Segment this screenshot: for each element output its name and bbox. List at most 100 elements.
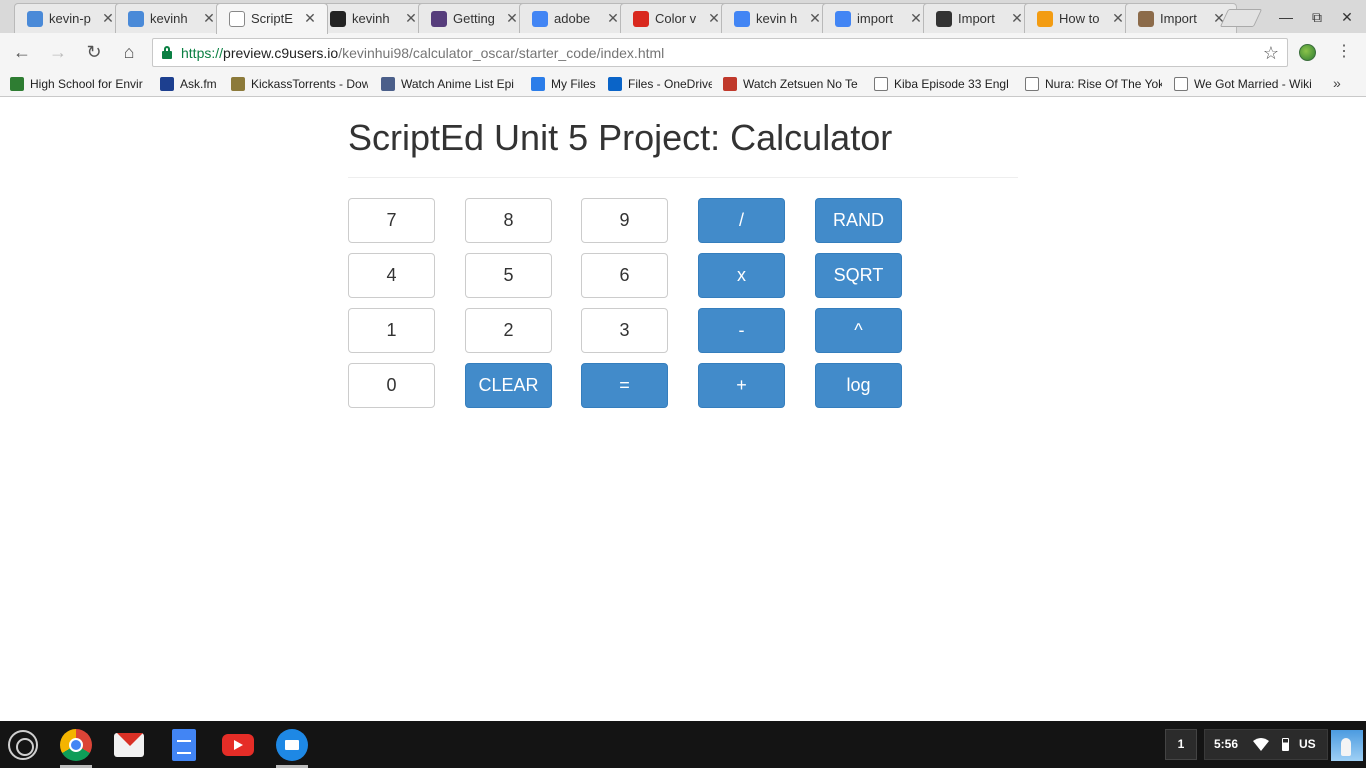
school-icon <box>10 77 24 91</box>
title-divider <box>348 177 1018 178</box>
chrome-icon[interactable] <box>60 729 92 761</box>
tab-close-icon[interactable]: ✕ <box>505 10 519 26</box>
calc-button[interactable]: log <box>815 363 902 408</box>
launcher-icon[interactable] <box>8 730 38 760</box>
bookmarks-bar: High School for Envir Ask.fm KickassTorren… <box>0 71 1366 97</box>
extension-globe-icon[interactable] <box>1299 44 1316 61</box>
calc-button[interactable]: 3 <box>581 308 668 353</box>
browser-tab[interactable]: Import ✕ <box>1125 3 1237 33</box>
home-icon[interactable]: ⌂ <box>118 41 140 63</box>
avatar[interactable] <box>1331 730 1363 761</box>
browser-tab[interactable]: Getting ✕ <box>418 3 530 33</box>
restore-icon[interactable]: ⧉ <box>1307 7 1327 27</box>
new-tab-button[interactable] <box>1219 9 1263 27</box>
browser-tab[interactable]: import ✕ <box>822 3 934 33</box>
calc-button[interactable]: ^ <box>815 308 902 353</box>
address-bar[interactable]: https://preview.c9users.io/kevinhui98/ca… <box>152 38 1288 67</box>
menu-icon[interactable]: ⋮ <box>1336 41 1352 61</box>
browser-tab[interactable]: adobe ✕ <box>519 3 631 33</box>
youtube-icon[interactable] <box>222 734 254 756</box>
bookmark-item[interactable]: Watch Anime List Epi <box>381 75 518 93</box>
bookmark-item[interactable]: Kiba Episode 33 Engl <box>874 75 1011 93</box>
bookmark-item[interactable]: Ask.fm <box>160 75 220 93</box>
tab-close-icon[interactable]: ✕ <box>404 10 418 26</box>
browser-tab[interactable]: Import ✕ <box>923 3 1035 33</box>
calc-button[interactable]: SQRT <box>815 253 902 298</box>
notification-count[interactable]: 1 <box>1165 729 1197 760</box>
calc-button[interactable]: CLEAR <box>465 363 552 408</box>
calc-button[interactable]: 1 <box>348 308 435 353</box>
tab-close-icon[interactable]: ✕ <box>808 10 822 26</box>
back-icon[interactable]: ← <box>11 41 33 63</box>
browser-tab[interactable]: How to ✕ <box>1024 3 1136 33</box>
browser-tab[interactable]: kevinh ✕ <box>115 3 227 33</box>
bookmark-label: Kiba Episode 33 Engl <box>894 77 1009 91</box>
tab-close-icon[interactable]: ✕ <box>1111 10 1125 26</box>
forward-icon[interactable]: → <box>47 41 69 63</box>
tab-title: import <box>857 11 894 26</box>
tab-close-icon[interactable]: ✕ <box>707 10 721 26</box>
calc-button[interactable]: = <box>581 363 668 408</box>
bookmark-item[interactable]: KickassTorrents - Dow <box>231 75 368 93</box>
browser-tab[interactable]: kevin h ✕ <box>721 3 833 33</box>
calc-button[interactable]: RAND <box>815 198 902 243</box>
page-icon <box>874 77 888 91</box>
gmail-icon[interactable] <box>114 733 144 757</box>
bookmark-label: Nura: Rise Of The Yok <box>1045 77 1162 91</box>
calc-button[interactable]: 4 <box>348 253 435 298</box>
calc-button[interactable]: / <box>698 198 785 243</box>
tab-title: Import <box>958 11 995 26</box>
tab-close-icon[interactable]: ✕ <box>606 10 620 26</box>
google-icon <box>734 11 750 27</box>
tab-close-icon[interactable]: ✕ <box>101 10 115 26</box>
browser-tab[interactable]: kevin-p ✕ <box>14 3 126 33</box>
calc-button[interactable]: 7 <box>348 198 435 243</box>
calc-button[interactable]: 8 <box>465 198 552 243</box>
bookmark-item[interactable]: Nura: Rise Of The Yok <box>1025 75 1162 93</box>
calc-button[interactable]: + <box>698 363 785 408</box>
bookmarks-overflow-icon[interactable]: » <box>1333 75 1341 91</box>
tab-close-icon[interactable]: ✕ <box>909 10 923 26</box>
calc-button[interactable]: 0 <box>348 363 435 408</box>
bookmark-item[interactable]: Files - OneDrive <box>608 75 712 93</box>
url-text[interactable]: https://preview.c9users.io/kevinhui98/ca… <box>181 45 664 61</box>
onedrive-icon <box>608 77 622 91</box>
battery-icon <box>1282 738 1289 751</box>
bookmark-label: Ask.fm <box>180 77 217 91</box>
bookmark-label: Watch Zetsuen No Te <box>743 77 858 91</box>
calc-button[interactable]: - <box>698 308 785 353</box>
tab-title: adobe <box>554 11 591 26</box>
bookmark-item[interactable]: High School for Envir <box>10 75 147 93</box>
tab-close-icon[interactable]: ✕ <box>202 10 216 26</box>
window-close-icon[interactable]: ✕ <box>1337 7 1357 27</box>
bookmark-item[interactable]: My Files <box>531 75 596 93</box>
lock-icon[interactable] <box>162 46 172 59</box>
files-icon[interactable] <box>276 729 308 761</box>
cloud9-icon <box>27 11 43 27</box>
calc-button[interactable]: 6 <box>581 253 668 298</box>
calc-button[interactable]: 5 <box>465 253 552 298</box>
browser-tab[interactable]: ScriptE ✕ <box>216 3 328 34</box>
askfm-icon <box>160 77 174 91</box>
minimize-icon[interactable]: — <box>1276 7 1296 27</box>
site-icon <box>936 11 952 27</box>
calc-button[interactable]: x <box>698 253 785 298</box>
bookmark-label: My Files <box>551 77 596 91</box>
calc-button[interactable]: 2 <box>465 308 552 353</box>
browser-tab[interactable]: kevinh ✕ <box>317 3 429 33</box>
docs-icon[interactable] <box>172 729 196 761</box>
status-tray[interactable]: 5:56 US <box>1204 729 1328 760</box>
calc-button[interactable]: 9 <box>581 198 668 243</box>
zetsuen-icon <box>723 77 737 91</box>
tab-close-icon[interactable]: ✕ <box>1010 10 1024 26</box>
tab-title: Color v <box>655 11 697 26</box>
browser-tab[interactable]: Color v ✕ <box>620 3 732 33</box>
page-icon <box>229 11 245 27</box>
reload-icon[interactable]: ↻ <box>83 41 105 63</box>
bookmark-label: KickassTorrents - Dow <box>251 77 368 91</box>
tab-close-icon[interactable]: ✕ <box>303 10 317 26</box>
bookmark-item[interactable]: Watch Zetsuen No Te <box>723 75 860 93</box>
bookmark-item[interactable]: We Got Married - Wiki <box>1174 75 1311 93</box>
bookmark-star-icon[interactable]: ☆ <box>1263 43 1279 64</box>
tab-title: How to <box>1059 11 1100 26</box>
